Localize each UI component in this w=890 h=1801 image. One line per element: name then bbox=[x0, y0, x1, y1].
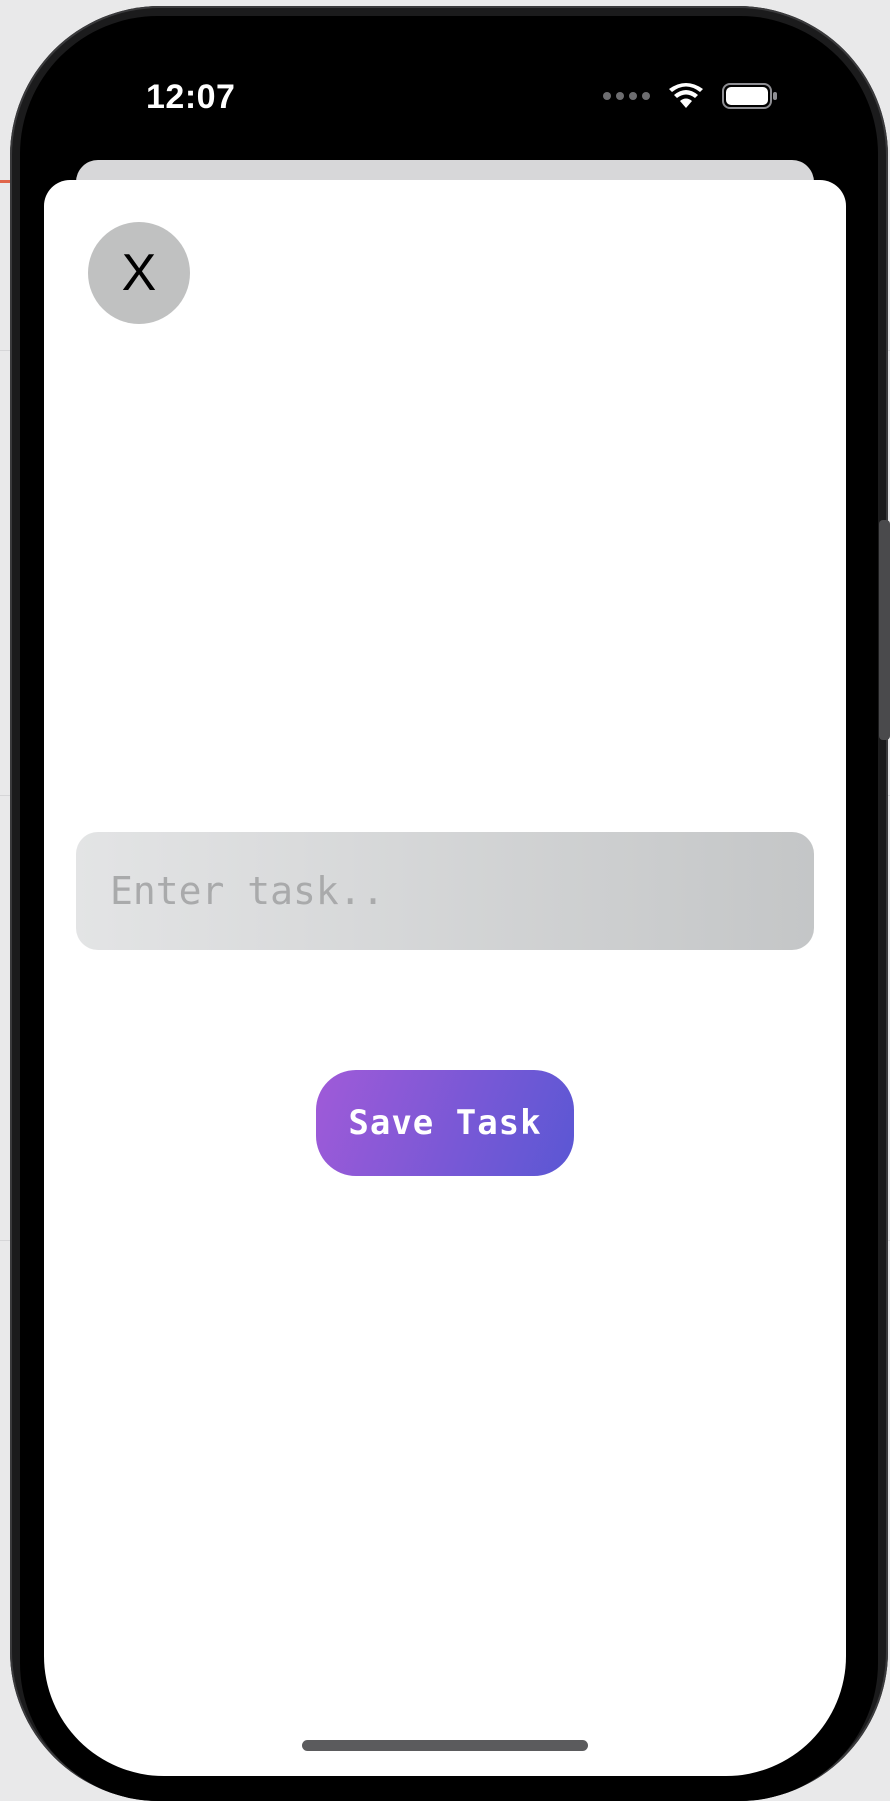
save-task-button[interactable]: Save Task bbox=[316, 1070, 574, 1176]
close-button[interactable]: X bbox=[88, 222, 190, 324]
add-task-sheet: X Save Task bbox=[44, 180, 846, 1776]
wifi-icon bbox=[669, 83, 703, 108]
signal-icon bbox=[603, 92, 650, 100]
home-indicator bbox=[302, 1740, 588, 1751]
side-button bbox=[879, 520, 890, 740]
status-time: 12:07 bbox=[146, 78, 236, 116]
battery-icon bbox=[722, 83, 777, 109]
status-icons bbox=[603, 82, 778, 110]
task-input[interactable] bbox=[76, 832, 814, 950]
